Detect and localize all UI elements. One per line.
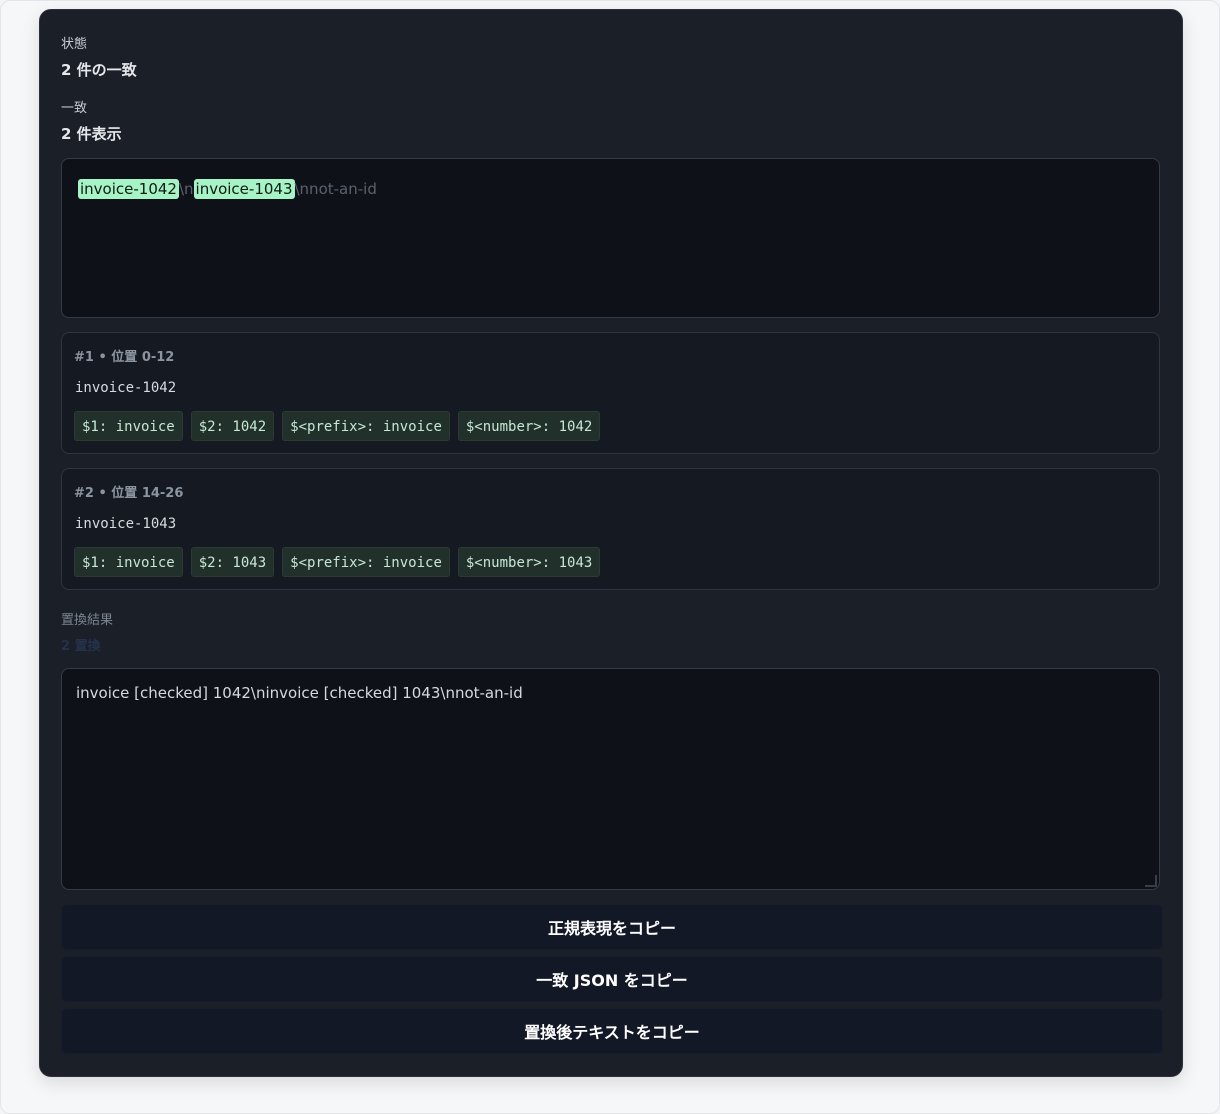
- match-text: invoice-1043: [75, 516, 177, 532]
- resize-handle-icon[interactable]: [1145, 875, 1157, 887]
- match-header: #1 • 位置 0-12: [74, 350, 175, 365]
- status-label: 状態: [61, 37, 88, 52]
- match-text: invoice-1042: [75, 380, 177, 396]
- group-chip: $1: invoice: [74, 547, 183, 577]
- highlight-match-1[interactable]: invoice-1042: [78, 179, 179, 199]
- page-frame: 状態 2 件の一致 一致 2 件表示 invoice-1042 \n invoice…: [0, 0, 1220, 1114]
- group-chip: $2: 1042: [190, 411, 275, 441]
- match-card-2: #2 • 位置 14-26 invoice-1043 $1: invoice $…: [61, 468, 1160, 590]
- copy-json-button[interactable]: 一致 JSON をコピー: [61, 956, 1163, 1002]
- copy-regex-button[interactable]: 正規表現をコピー: [61, 904, 1163, 950]
- matches-count: 2 件表示: [61, 125, 122, 143]
- copy-replaced-text-button[interactable]: 置換後テキストをコピー: [61, 1008, 1163, 1054]
- match-card-1: #1 • 位置 0-12 invoice-1042 $1: invoice $2…: [61, 332, 1160, 454]
- highlighted-preview: invoice-1042 \n invoice-1043 \nnot-an-id: [61, 158, 1160, 318]
- status-value: 2 件の一致: [61, 61, 137, 79]
- preview-separator: \n: [178, 180, 194, 198]
- matches-label: 一致: [61, 101, 88, 116]
- group-chip: $<prefix>: invoice: [282, 547, 450, 577]
- highlight-match-2[interactable]: invoice-1043: [193, 179, 295, 199]
- group-chip: $<number>: 1042: [457, 411, 601, 441]
- preview-rest: \nnot-an-id: [294, 180, 377, 198]
- replace-output-textarea[interactable]: invoice [checked] 1042\ninvoice [checked…: [61, 668, 1160, 890]
- replace-output-text: invoice [checked] 1042\ninvoice [checked…: [76, 684, 523, 702]
- match-header: #2 • 位置 14-26: [74, 486, 184, 501]
- group-chip: $1: invoice: [74, 411, 183, 441]
- regex-results-panel: 状態 2 件の一致 一致 2 件表示 invoice-1042 \n invoice…: [39, 9, 1183, 1077]
- replace-count: 2 置換: [61, 639, 101, 654]
- group-chips: $1: invoice $2: 1043 $<prefix>: invoice …: [74, 547, 601, 577]
- group-chips: $1: invoice $2: 1042 $<prefix>: invoice …: [74, 411, 601, 441]
- group-chip: $<prefix>: invoice: [282, 411, 450, 441]
- group-chip: $2: 1043: [190, 547, 275, 577]
- replace-label: 置換結果: [61, 613, 114, 628]
- group-chip: $<number>: 1043: [457, 547, 601, 577]
